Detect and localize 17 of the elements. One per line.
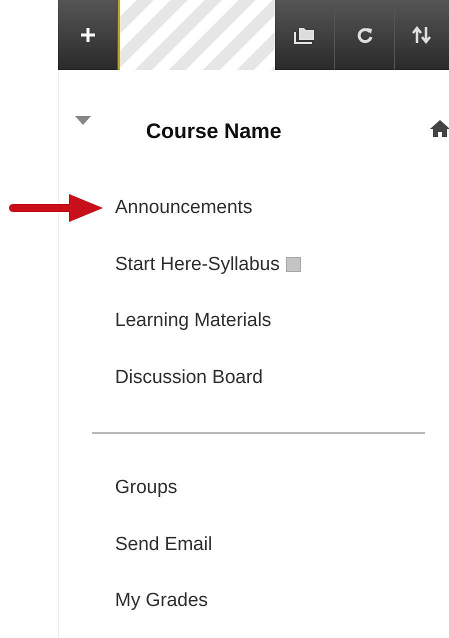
refresh-icon <box>356 26 374 44</box>
folder-icon <box>294 26 316 44</box>
collapse-triangle-icon[interactable] <box>75 116 91 125</box>
course-menu-link[interactable]: Discussion Board <box>115 366 263 389</box>
plus-icon <box>80 27 96 43</box>
course-menu-link[interactable]: Start Here-Syllabus <box>115 254 301 276</box>
sort-icon <box>412 26 432 44</box>
course-title: Course Name <box>146 120 282 144</box>
course-menu-link[interactable]: My Grades <box>115 590 208 612</box>
course-menu-link[interactable]: Send Email <box>115 534 212 556</box>
course-menu-link[interactable]: Learning Materials <box>115 310 272 332</box>
refresh-button[interactable] <box>335 0 395 70</box>
course-menu-link[interactable]: Groups <box>115 477 178 500</box>
folder-button[interactable] <box>275 0 335 70</box>
home-icon[interactable] <box>430 119 449 137</box>
tag-icon <box>286 257 301 272</box>
course-menu-link[interactable]: Announcements <box>115 197 252 220</box>
